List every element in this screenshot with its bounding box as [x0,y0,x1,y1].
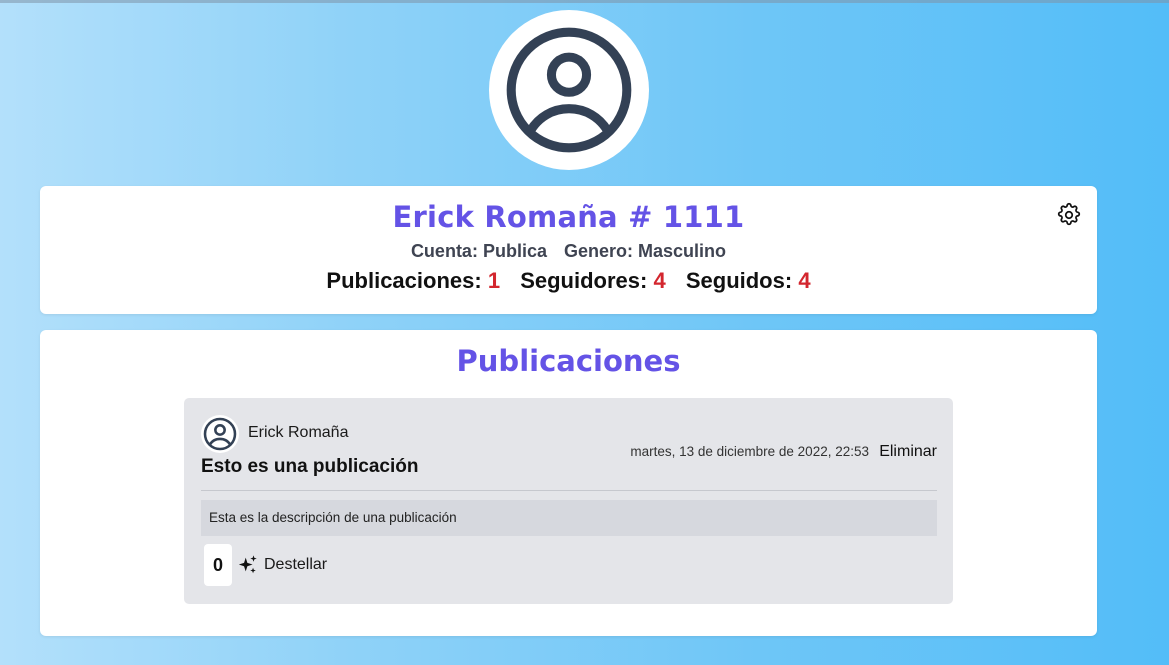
profile-meta: Cuenta: Publica Genero: Masculino [40,241,1097,262]
profile-stats: Publicaciones: 1 Seguidores: 4 Seguidos:… [40,268,1097,294]
sparkles-icon [238,555,257,574]
profile-name: Erick Romaña # 1111 [392,200,745,234]
profile-avatar [489,10,649,170]
gear-icon [1057,202,1081,226]
post-avatar [201,415,239,453]
post-description: Esta es la descripción de una publicació… [201,500,937,536]
account-label: Cuenta: [410,241,478,261]
sparkle-count: 0 [204,544,232,586]
user-circle-icon [506,27,632,153]
user-circle-icon [203,417,237,451]
profile-card: Erick Romaña # 1111 Cuenta: Publica Gene… [40,186,1097,314]
gender-value: Masculino [638,241,727,261]
posts-title: Publicaciones [456,344,681,378]
settings-button[interactable] [1056,202,1082,228]
post-divider [201,490,937,491]
stat-value: 1 [487,268,501,293]
post-date: martes, 13 de diciembre de 2022, 22:53 [630,444,869,459]
top-border [0,0,1169,3]
stat-value: 4 [653,268,666,293]
post-item: Erick Romaña Esto es una publicación mar… [184,398,953,604]
post-author: Erick Romaña [248,424,349,441]
stat-seguidos: Seguidos: 4 [686,268,811,293]
stat-publicaciones: Publicaciones: 1 [326,268,500,293]
post-title: Esto es una publicación [201,456,419,477]
account-value: Publica [482,241,547,261]
stat-value: 4 [798,268,811,293]
gender-info: Genero: Masculino [564,241,726,261]
gender-label: Genero: [564,241,634,261]
stat-label: Seguidores: [520,268,648,293]
stat-seguidores: Seguidores: 4 [520,268,666,293]
posts-card: Publicaciones Erick Romaña Esto es una p… [40,330,1097,636]
stat-label: Publicaciones: [326,268,482,293]
sparkle-label: Destellar [264,556,328,573]
delete-post-button[interactable]: Eliminar [879,443,937,461]
stat-label: Seguidos: [685,268,793,293]
account-info: Cuenta: Publica [411,241,547,261]
sparkle-button[interactable]: Destellar [237,554,327,576]
